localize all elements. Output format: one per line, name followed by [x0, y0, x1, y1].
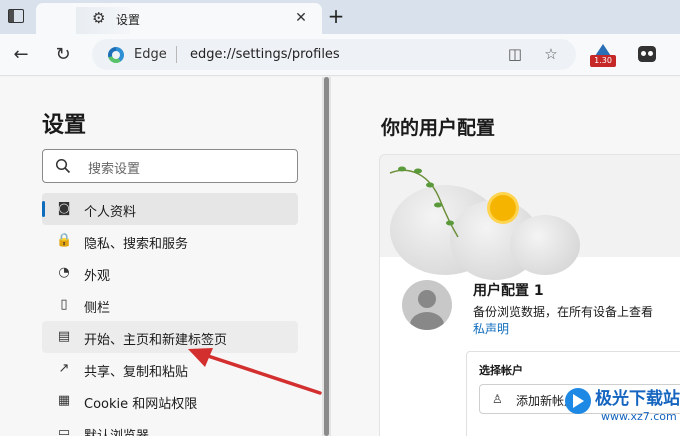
sidebar-item-label: 开始、主页和新建标签页 [84, 333, 228, 348]
sidebar-item-cookies[interactable]: ▦ Cookie 和网站权限 [42, 385, 298, 417]
share-icon: ↗ [58, 361, 70, 376]
tab-bar: ⚙ 设置 ✕ + [0, 0, 680, 35]
sidebar-item-profiles[interactable]: ◙ 个人资料 [42, 193, 298, 225]
profile-icon: ◙ [57, 201, 71, 216]
profile-description: 备份浏览数据，在所有设备上查看 [473, 305, 654, 319]
avatar [402, 280, 452, 330]
palette-icon: ◔ [58, 265, 70, 280]
sidebar-item-label: 外观 [84, 269, 111, 284]
vine-decoration [389, 166, 459, 238]
sidebar-item-label: 隐私、搜索和服务 [84, 237, 189, 252]
page-title: 你的用户配置 [381, 117, 496, 139]
sidebar-item-label: 默认浏览器 [84, 425, 149, 436]
cloud-shape [510, 215, 580, 275]
active-indicator [42, 201, 45, 217]
url-text[interactable]: edge://settings/profiles [190, 47, 340, 62]
back-button[interactable]: ← [8, 42, 34, 68]
site-label: Edge [134, 47, 167, 62]
watermark-logo: 极光下载站 www.xz7.com [565, 380, 680, 432]
tab-actions-icon[interactable] [8, 9, 24, 23]
split-screen-icon[interactable]: ◫ [506, 45, 524, 63]
watermark-icon [565, 388, 591, 414]
sidebar-item-label: 侧栏 [84, 301, 111, 316]
sun-icon [490, 195, 516, 221]
lock-icon: 🔒 [56, 233, 73, 248]
extension-badge: 1.30 [590, 55, 616, 67]
tab-settings[interactable]: ⚙ 设置 ✕ [36, 3, 322, 35]
privacy-statement-link[interactable]: 私声明 [473, 320, 509, 337]
browser-icon: ▭ [57, 425, 71, 436]
add-favorite-icon[interactable]: ☆ [542, 45, 560, 63]
sidebar-item-label: 个人资料 [84, 205, 137, 220]
sidebar-item-sidebar[interactable]: ▯ 侧栏 [42, 289, 298, 321]
search-settings-input[interactable]: 搜索设置 [42, 149, 298, 183]
sidebar-scrollbar[interactable] [322, 77, 331, 436]
gear-icon: ⚙ [92, 9, 106, 27]
new-tab-button[interactable]: + [326, 6, 346, 26]
refresh-button[interactable]: ↻ [50, 42, 76, 68]
settings-title: 设置 [42, 113, 87, 138]
sidebar-item-label: Cookie 和网站权限 [84, 397, 198, 412]
home-tab-icon: ▤ [57, 329, 71, 344]
address-bar[interactable]: Edge edge://settings/profiles ◫ ☆ [92, 39, 576, 70]
sidebar-item-appearance[interactable]: ◔ 外观 [42, 257, 298, 289]
extension-icon[interactable] [638, 46, 656, 62]
sidebar-icon: ▯ [60, 297, 68, 312]
account-label: 选择帐户 [479, 364, 523, 377]
profile-name: 用户配置 1 [473, 283, 544, 299]
close-tab-button[interactable]: ✕ [292, 9, 310, 27]
cookie-icon: ▦ [57, 393, 71, 408]
tab-title: 设置 [116, 13, 141, 27]
person-icon: ♙ [492, 392, 503, 406]
scrollbar-thumb[interactable] [324, 77, 329, 436]
watermark-url: www.xz7.com [601, 410, 677, 423]
sidebar-item-default-browser[interactable]: ▭ 默认浏览器 [42, 417, 298, 436]
extension-button[interactable]: 1.30 [590, 44, 616, 68]
search-placeholder: 搜索设置 [88, 162, 141, 177]
search-icon [55, 158, 71, 174]
sidebar-item-start-home-newtab[interactable]: ▤ 开始、主页和新建标签页 [42, 321, 298, 353]
profile-banner-image [380, 155, 680, 280]
sidebar-item-label: 共享、复制和粘贴 [84, 365, 189, 380]
address-divider [176, 46, 177, 63]
sidebar-item-privacy[interactable]: 🔒 隐私、搜索和服务 [42, 225, 298, 257]
navigation-bar: ← ↻ Edge edge://settings/profiles ◫ ☆ 1.… [0, 34, 680, 76]
watermark-text: 极光下载站 [595, 389, 680, 409]
edge-logo-icon [108, 47, 124, 63]
settings-sidebar: 设置 搜索设置 ◙ 个人资料 🔒 隐私、搜索和服务 ◔ 外观 ▯ 侧栏 ▤ 开始… [0, 77, 322, 436]
sidebar-item-share-copy-paste[interactable]: ↗ 共享、复制和粘贴 [42, 353, 298, 385]
